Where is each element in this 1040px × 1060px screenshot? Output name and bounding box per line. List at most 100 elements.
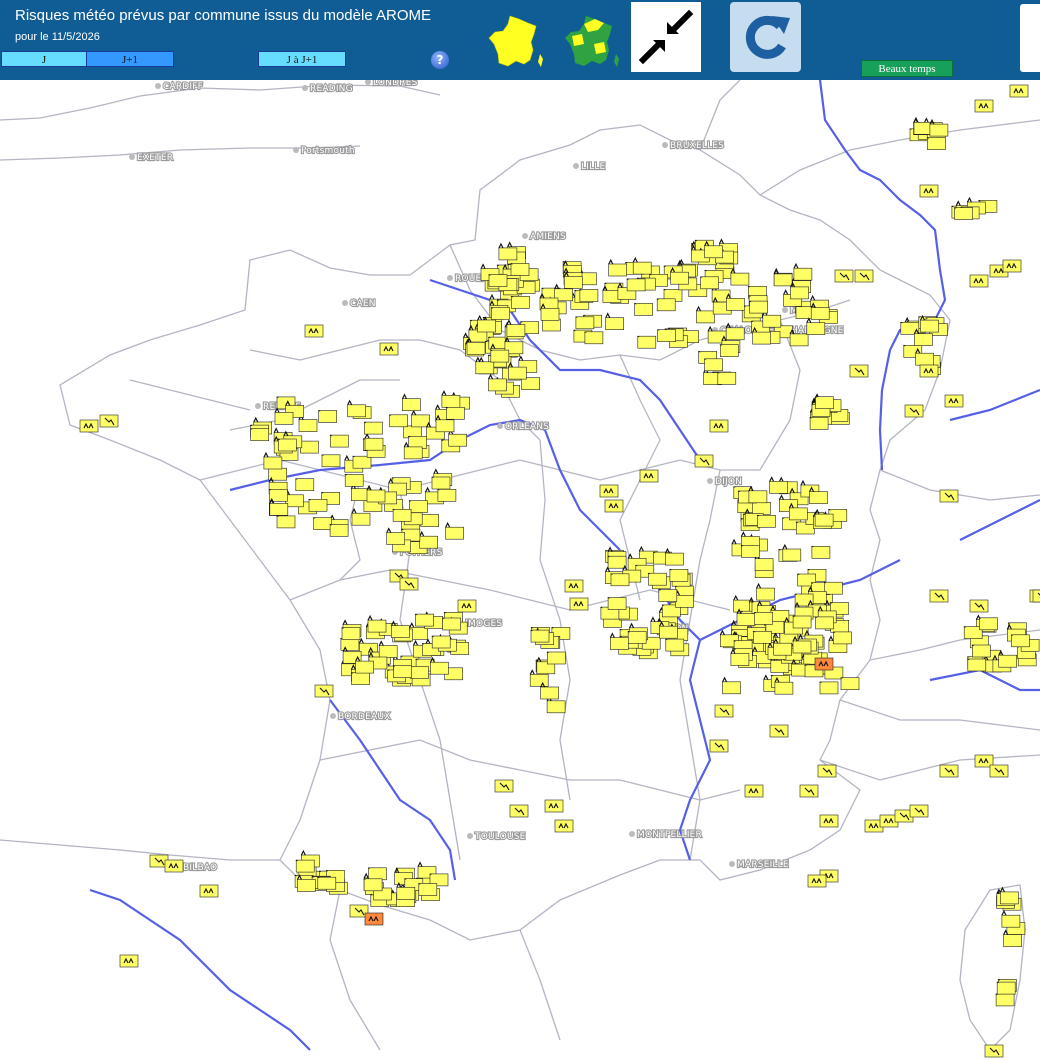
yellow-alert-icon[interactable] xyxy=(269,498,289,516)
yellow-alert-icon[interactable] xyxy=(744,784,764,798)
yellow-alert-icon[interactable] xyxy=(604,499,624,513)
yellow-alert-icon[interactable] xyxy=(390,620,410,638)
yellow-alert-icon[interactable] xyxy=(401,393,421,412)
yellow-alert-icon[interactable] xyxy=(408,435,428,449)
yellow-alert-icon[interactable] xyxy=(999,886,1019,905)
yellow-alert-icon[interactable] xyxy=(350,483,370,501)
yellow-alert-icon[interactable] xyxy=(344,473,364,487)
yellow-alert-icon[interactable] xyxy=(752,630,772,644)
yellow-alert-icon[interactable] xyxy=(389,414,408,428)
yellow-alert-icon[interactable] xyxy=(314,684,334,698)
yellow-alert-icon[interactable] xyxy=(544,799,564,813)
yellow-alert-icon[interactable] xyxy=(367,867,387,881)
day-j1-button[interactable]: J+1 xyxy=(86,51,174,67)
yellow-alert-icon[interactable] xyxy=(773,268,793,287)
yellow-alert-icon[interactable] xyxy=(639,469,659,483)
yellow-alert-icon[interactable] xyxy=(399,577,419,591)
yellow-alert-icon[interactable] xyxy=(308,498,328,512)
yellow-alert-icon[interactable] xyxy=(809,416,829,430)
yellow-alert-icon[interactable] xyxy=(250,428,269,442)
yellow-alert-icon[interactable] xyxy=(610,573,630,587)
yellow-alert-icon[interactable] xyxy=(849,364,869,378)
yellow-alert-icon[interactable] xyxy=(99,414,119,428)
yellow-alert-icon[interactable] xyxy=(1032,589,1040,603)
yellow-alert-icon[interactable] xyxy=(788,502,808,521)
yellow-alert-icon[interactable] xyxy=(756,514,776,528)
yellow-alert-icon[interactable] xyxy=(792,615,812,629)
yellow-alert-icon[interactable] xyxy=(823,581,843,595)
yellow-alert-icon[interactable] xyxy=(709,419,729,433)
question-icon[interactable]: ? xyxy=(431,51,449,69)
yellow-alert-icon[interactable] xyxy=(494,779,514,793)
yellow-alert-icon[interactable] xyxy=(819,681,839,695)
yellow-alert-icon[interactable] xyxy=(341,627,361,640)
yellow-alert-icon[interactable] xyxy=(637,335,657,349)
yellow-alert-icon[interactable] xyxy=(978,617,998,631)
yellow-alert-icon[interactable] xyxy=(904,404,924,418)
yellow-alert-icon[interactable] xyxy=(753,611,773,625)
yellow-alert-icon[interactable] xyxy=(919,184,939,198)
yellow-alert-icon[interactable] xyxy=(634,302,653,316)
yellow-alert-icon[interactable] xyxy=(749,300,768,314)
yellow-alert-icon[interactable] xyxy=(840,677,860,691)
yellow-alert-icon[interactable] xyxy=(540,681,559,700)
yellow-alert-icon[interactable] xyxy=(974,99,994,113)
yellow-alert-icon[interactable] xyxy=(656,298,676,312)
yellow-alert-icon[interactable] xyxy=(967,658,987,672)
yellow-alert-icon[interactable] xyxy=(199,884,219,898)
yellow-alert-icon[interactable] xyxy=(926,137,946,150)
yellow-alert-icon[interactable] xyxy=(442,617,461,631)
yellow-alert-icon[interactable] xyxy=(657,329,676,343)
yellow-alert-icon[interactable] xyxy=(445,522,464,540)
yellow-alert-icon[interactable] xyxy=(700,276,719,290)
yellow-alert-icon[interactable] xyxy=(277,438,297,452)
yellow-alert-icon[interactable] xyxy=(329,523,349,537)
yellow-alert-icon[interactable] xyxy=(817,764,837,778)
yellow-alert-icon[interactable] xyxy=(304,324,324,338)
yellow-alert-icon[interactable] xyxy=(119,954,139,968)
yellow-alert-icon[interactable] xyxy=(944,394,964,408)
yellow-alert-icon[interactable] xyxy=(431,476,451,490)
yellow-alert-icon[interactable] xyxy=(854,269,874,283)
yellow-alert-icon[interactable] xyxy=(719,344,739,357)
yellow-alert-icon[interactable] xyxy=(998,650,1018,668)
yellow-alert-icon[interactable] xyxy=(350,672,370,685)
yellow-alert-icon[interactable] xyxy=(819,814,839,828)
yellow-alert-icon[interactable] xyxy=(658,589,678,602)
yellow-alert-icon[interactable] xyxy=(366,484,386,503)
yellow-alert-icon[interactable] xyxy=(295,478,315,492)
yellow-alert-icon[interactable] xyxy=(599,484,619,498)
yellow-alert-icon[interactable] xyxy=(627,630,647,644)
yellow-alert-icon[interactable] xyxy=(793,263,813,281)
yellow-alert-icon[interactable] xyxy=(510,295,530,309)
yellow-alert-icon[interactable] xyxy=(340,637,360,651)
yellow-alert-icon[interactable] xyxy=(971,644,991,658)
yellow-alert-icon[interactable] xyxy=(321,454,341,468)
yellow-alert-icon[interactable] xyxy=(814,396,834,410)
yellow-alert-icon[interactable] xyxy=(313,517,332,530)
yellow-alert-icon[interactable] xyxy=(437,488,457,502)
yellow-alert-icon[interactable] xyxy=(295,859,315,873)
yellow-alert-icon[interactable] xyxy=(579,289,599,302)
vigilance-map[interactable]: CARDIFF READING LONDRES EXETER Portsmouth LIL… xyxy=(0,80,1040,1060)
yellow-alert-icon[interactable] xyxy=(605,312,625,331)
yellow-alert-icon[interactable] xyxy=(367,614,387,633)
yellow-alert-icon[interactable] xyxy=(329,434,349,448)
beaux-temps-button[interactable]: Beaux temps xyxy=(861,60,953,77)
yellow-alert-icon[interactable] xyxy=(420,514,440,527)
alert-markers[interactable] xyxy=(79,84,1040,1058)
yellow-alert-icon[interactable] xyxy=(352,455,372,469)
yellow-alert-icon[interactable] xyxy=(363,421,383,435)
yellow-alert-icon[interactable] xyxy=(832,631,852,645)
yellow-alert-icon[interactable] xyxy=(696,305,715,324)
yellow-alert-icon[interactable] xyxy=(392,665,412,679)
france-green-map-icon[interactable] xyxy=(562,14,622,70)
yellow-alert-icon[interactable] xyxy=(725,293,745,311)
yellow-alert-icon[interactable] xyxy=(900,321,920,335)
yellow-alert-icon[interactable] xyxy=(1009,84,1029,98)
yellow-alert-icon[interactable] xyxy=(414,613,434,627)
yellow-alert-icon[interactable] xyxy=(714,704,734,718)
yellow-alert-icon[interactable] xyxy=(995,993,1015,1007)
yellow-alert-icon[interactable] xyxy=(363,878,383,892)
yellow-alert-icon[interactable] xyxy=(607,555,627,569)
